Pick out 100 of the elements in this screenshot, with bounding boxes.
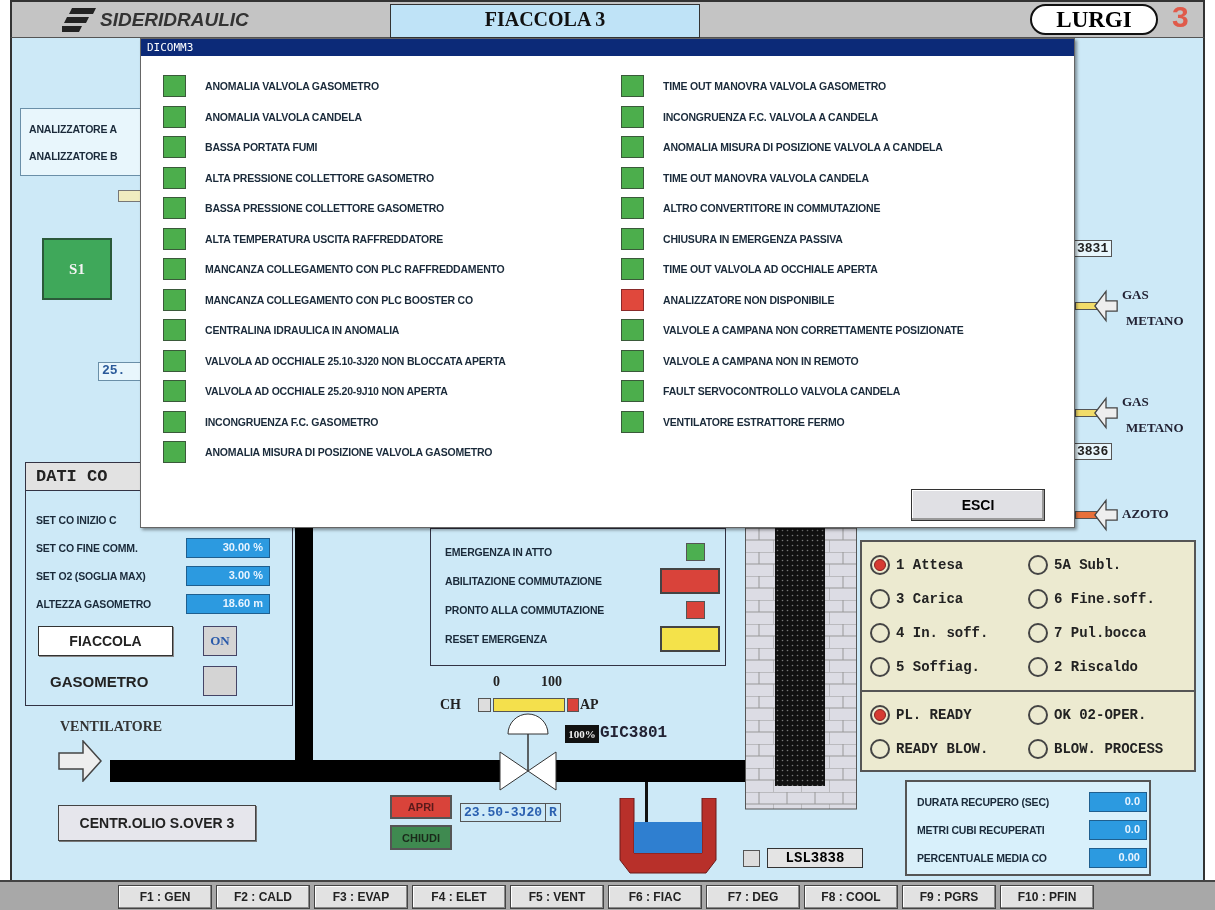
recovery-field: 0.0 [1089,792,1147,812]
function-key[interactable]: F8 : COOL [804,885,898,909]
alarm-label: FAULT SERVOCONTROLLO VALVOLA CANDELA [663,385,901,398]
feed-label: METANO [1125,419,1184,437]
function-key[interactable]: F9 : PGRS [902,885,996,909]
radio-label: 2 Riscaldo [1054,659,1138,675]
recovery-field: 0.00 [1089,848,1147,868]
alarm-label: VALVOLE A CAMPANA NON CORRETTAMENTE POSIZIONATE [663,324,964,337]
alarm-label: ALTA PRESSIONE COLLETTORE GASOMETRO [205,171,434,184]
analyzer-label: ANALIZZATORE B [29,149,119,162]
alarm-label: VALVOLE A CAMPANA NON IN REMOTO [663,354,859,367]
closed-label: CH [440,697,461,713]
function-key[interactable]: F3 : EVAP [314,885,408,909]
valve-tag: GIC3801 [600,724,668,742]
radio-button[interactable] [870,657,890,677]
alarm-label: TIME OUT MANOVRA VALVOLA CANDELA [663,171,869,184]
radio-button[interactable] [1028,705,1048,725]
function-key[interactable]: F6 : FIAC [608,885,702,909]
radio-label: READY BLOW. [896,741,989,757]
function-key[interactable]: F2 : CALD [216,885,310,909]
recovery-field: 0.0 [1089,820,1147,840]
radio-button[interactable] [1028,555,1048,575]
alarm-label: VENTILATORE ESTRATTORE FERMO [663,415,845,428]
open-label: AP [580,697,599,713]
screen-title: FIACCOLA 3 [390,4,700,38]
alarm-label: TIME OUT MANOVRA VALVOLA GASOMETRO [663,80,887,93]
alarm-label: ANOMALIA MISURA DI POSIZIONE VALVOLA GASOMETRO [205,446,493,459]
scale-min: 0 [493,674,500,690]
alarm-label: BASSA PORTATA FUMI [205,141,318,154]
open-indicator [567,698,579,712]
emergency-label: PRONTO ALLA COMMUTAZIONE [445,603,606,616]
alarm-label: CHIUSURA IN EMERGENZA PASSIVA [663,232,843,245]
level-lamp [743,850,760,867]
dialog-title: DICOMM3 [141,39,1074,56]
emergency-label: ABILITAZIONE COMMUTAZIONE [445,574,603,587]
alarm-label: MANCANZA COLLEGAMENTO CON PLC RAFFREDDAMENTO [205,263,505,276]
alarm-label: INCONGRUENZA F.C. GASOMETRO [205,415,379,428]
brand-logo: LURGI [1030,4,1158,35]
feed-label: GAS [1122,286,1150,304]
alarm-label: ANOMALIA VALVOLA GASOMETRO [205,80,379,93]
setting-label: SET O2 (SOGLIA MAX) [36,570,147,582]
alarm-label: ANOMALIA MISURA DI POSIZIONE VALVOLA A CANDELA [663,141,943,154]
radio-button[interactable] [1028,623,1048,643]
radio-button[interactable] [1028,657,1048,677]
emergency-label: EMERGENZA IN ATTO [445,545,553,558]
radio-button[interactable] [870,705,890,725]
emergency-label: RESET EMERGENZA [445,632,548,645]
emergency-button[interactable] [660,625,720,652]
unit-number: 3 [1172,0,1189,34]
exit-button[interactable]: ESCI [911,489,1045,521]
radio-label: 5A Subl. [1054,557,1122,573]
position-readout: 100% [565,725,599,743]
radio-label: PL. READY [896,707,972,723]
status-lamp [118,190,142,202]
state-indicator [203,666,237,696]
recovery-label: DURATA RECUPERO (SEC) [917,796,1051,808]
function-key[interactable]: F7 : DEG [706,885,800,909]
mode-label: GASOMETRO [49,672,150,690]
radio-label: 3 Carica [896,591,964,607]
radio-label: 1 Attesa [896,557,964,573]
setting-label: SET CO INIZIO C [36,514,118,526]
inlet-arrow [1094,395,1118,431]
inlet-arrow [1094,288,1118,324]
function-key[interactable]: F10 : PFIN [1000,885,1094,909]
radio-button[interactable] [1028,739,1048,759]
oil-unit-button[interactable]: CENTR.OLIO S.OVER 3 [58,805,256,841]
mode-button[interactable]: FIACCOLA [38,626,173,656]
function-key[interactable]: F1 : GEN [118,885,212,909]
alarm-label: INCONGRUENZA F.C. VALVOLA A CANDELA [663,110,879,123]
alarm-label: TIME OUT VALVOLA AD OCCHIALE APERTA [663,263,878,276]
function-key[interactable]: F5 : VENT [510,885,604,909]
radio-button[interactable] [870,623,890,643]
alarm-label: CENTRALINA IDRAULICA IN ANOMALIA [205,324,400,337]
setting-label: ALTEZZA GASOMETRO [36,598,152,610]
emergency-button[interactable] [660,567,720,594]
logo-text: SIDERIDRAULIC [100,9,249,31]
close-button[interactable]: CHIUDI [390,825,452,850]
alarm-label: VALVOLA AD OCCHIALE 25.20-9J10 NON APERTA [205,385,448,398]
scale-max: 100 [541,674,562,690]
feed-label: METANO [1125,312,1184,330]
radio-button[interactable] [870,555,890,575]
alarm-label: ALTRO CONVERTITORE IN COMMUTAZIONE [663,202,881,215]
setting-label: SET CO FINE COMM. [36,542,139,554]
recovery-label: PERCENTUALE MEDIA CO [917,852,1048,864]
radio-button[interactable] [1028,589,1048,609]
alarm-label: BASSA PRESSIONE COLLETTORE GASOMETRO [205,202,444,215]
inlet-arrow [58,740,102,782]
radio-button[interactable] [870,589,890,609]
feed-label: GAS [1122,393,1150,411]
radio-button[interactable] [870,739,890,759]
value-field: 25. [98,362,143,381]
inlet-arrow [1094,497,1118,533]
mode-indicator: R [545,804,560,821]
recovery-label: METRI CUBI RECUPERATI [917,824,1046,836]
feed-label: AZOTO [1122,505,1169,523]
radio-label: OK 02-OPER. [1054,707,1147,723]
alarm-label: ANALIZZATORE NON DISPONIBILE [663,293,835,306]
radio-label: 7 Pul.bocca [1054,625,1147,641]
alarm-label: VALVOLA AD OCCHIALE 25.10-3J20 NON BLOCCATA APERTA [205,354,506,367]
function-key[interactable]: F4 : ELET [412,885,506,909]
